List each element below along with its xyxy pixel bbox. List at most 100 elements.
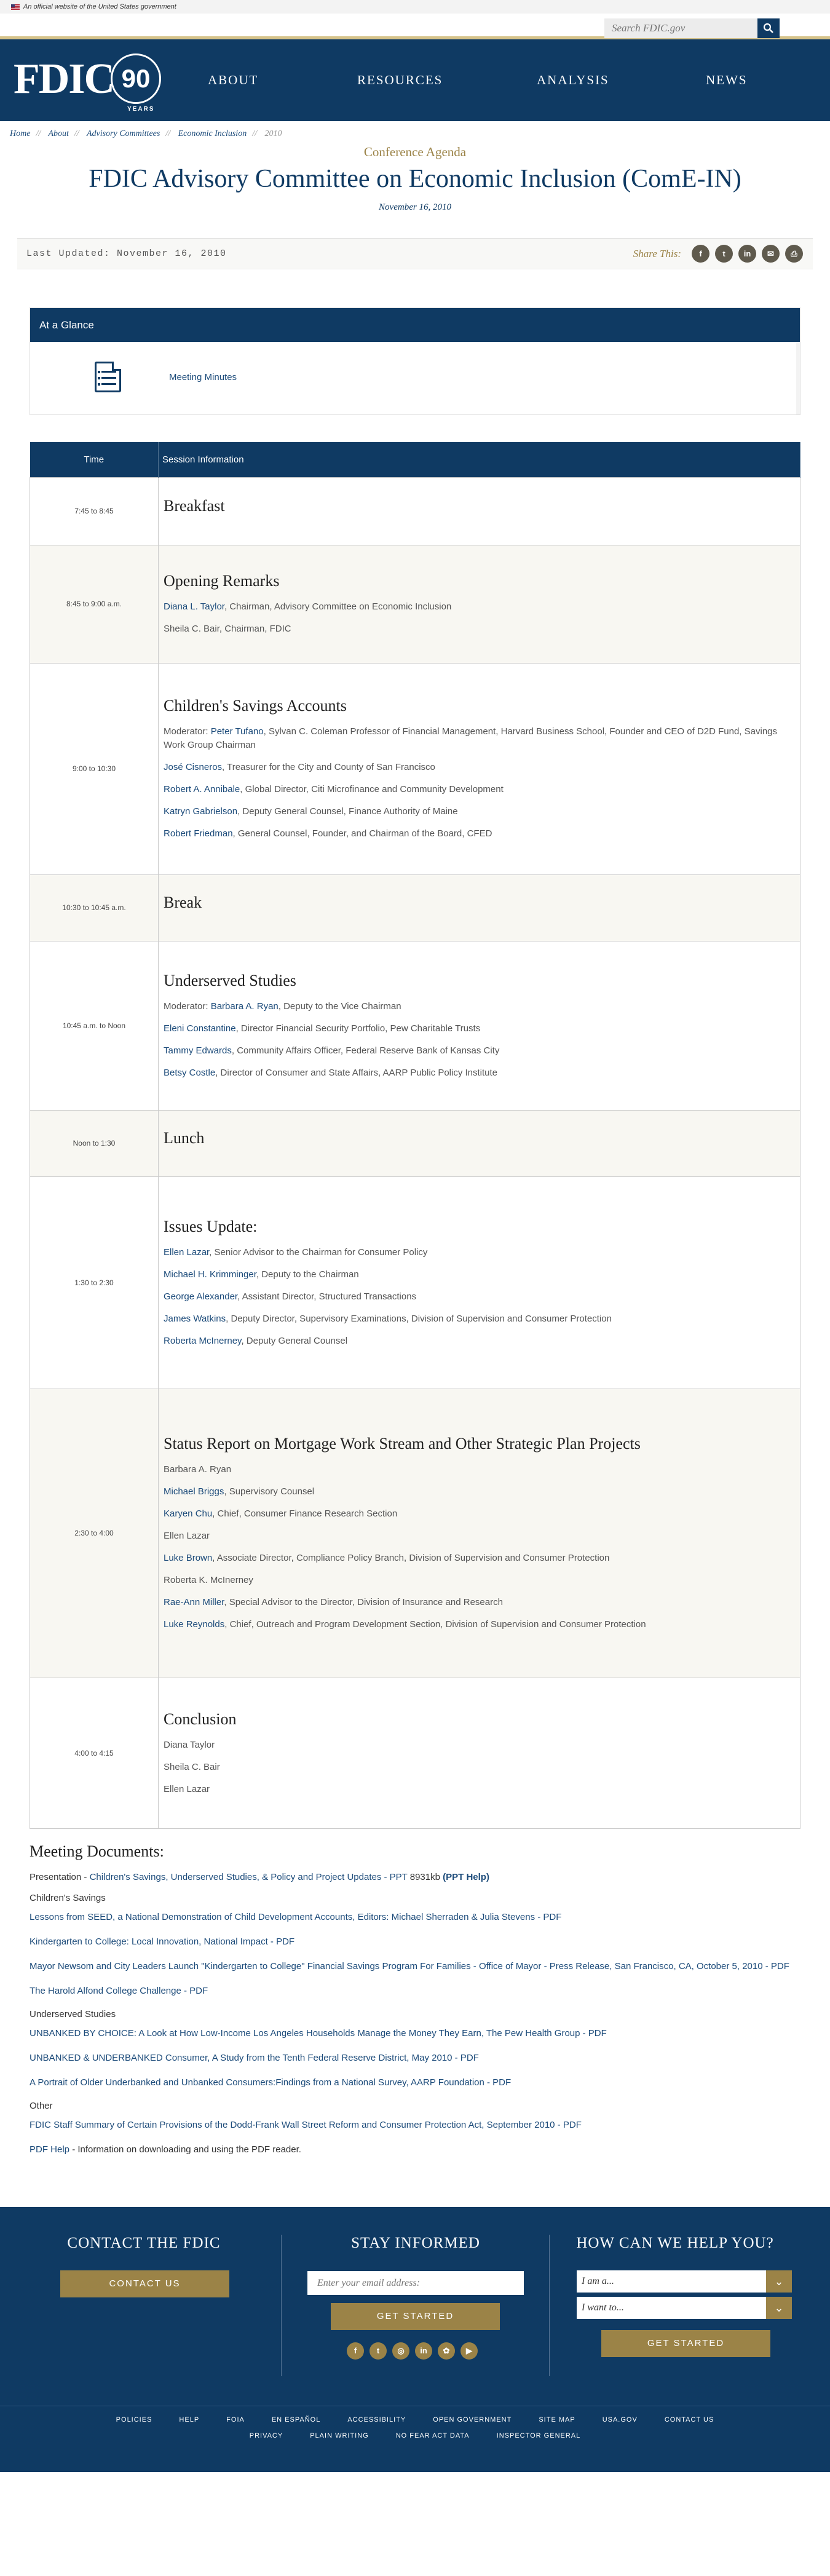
footer-link[interactable]: POLICIES (116, 2416, 152, 2423)
instagram-icon[interactable]: ◎ (392, 2342, 409, 2360)
speaker-link[interactable]: Ellen Lazar (164, 1247, 209, 1258)
last-updated: Last Updated: November 16, 2010 (26, 248, 227, 259)
footer-link[interactable]: OPEN GOVERNMENT (433, 2416, 512, 2423)
footer-link[interactable]: ACCESSIBILITY (347, 2416, 406, 2423)
speaker-title: Sheila C. Bair, Chairman, FDIC (164, 624, 291, 634)
print-icon[interactable]: ⎙ (785, 245, 803, 263)
session-info: Status Report on Mortgage Work Stream an… (158, 1388, 800, 1678)
nav-analysis[interactable]: ANALYSIS (537, 73, 706, 88)
facebook-icon[interactable]: f (692, 245, 709, 263)
glance-heading: At a Glance (30, 308, 800, 342)
speaker-link[interactable]: Michael H. Krimminger (164, 1269, 256, 1280)
speaker-title: Ellen Lazar (164, 1531, 210, 1541)
speaker-link[interactable]: Betsy Costle (164, 1068, 215, 1078)
agenda-row: 9:00 to 10:30 Children's Savings Accounts… (30, 662, 800, 875)
agenda-row: 2:30 to 4:00 Status Report on Mortgage Wo… (30, 1388, 800, 1678)
fdic-logo[interactable]: FDIC (14, 58, 115, 101)
speaker-link[interactable]: José Cisneros (164, 762, 222, 772)
footer-link[interactable]: CONTACT US (665, 2416, 714, 2423)
meeting-minutes-link[interactable]: Meeting Minutes (169, 372, 237, 382)
breadcrumb-economic-inclusion[interactable]: Economic Inclusion (178, 129, 247, 138)
linkedin-icon[interactable]: in (738, 245, 756, 263)
i-want-select[interactable]: I want to... ⌄ (577, 2296, 792, 2319)
footer-links-row: POLICIES HELP FOIA EN ESPAÑOL ACCESSIBILITY O… (0, 2414, 830, 2430)
ppt-help-link[interactable]: (PPT Help) (443, 1872, 489, 1882)
session-time: 2:30 to 4:00 (30, 1388, 159, 1678)
document-link[interactable]: UNBANKED & UNDERBANKED Consumer, A Study… (30, 2053, 479, 2063)
speaker-link[interactable]: Diana L. Taylor (164, 601, 224, 612)
speaker-link[interactable]: Karyen Chu (164, 1508, 212, 1519)
speaker-link[interactable]: Katryn Gabrielson (164, 806, 237, 817)
i-am-select[interactable]: I am a... ⌄ (577, 2270, 792, 2293)
speaker-line: Michael Briggs, Supervisory Counsel (164, 1485, 795, 1499)
stay-informed-get-started-button[interactable]: GET STARTED (331, 2302, 500, 2330)
help-get-started-button[interactable]: GET STARTED (601, 2329, 770, 2357)
speaker-link[interactable]: Roberta McInerney (164, 1336, 241, 1346)
nav-resources[interactable]: RESOURCES (357, 73, 537, 88)
footer-link[interactable]: USA.GOV (603, 2416, 638, 2423)
search-button[interactable] (757, 18, 780, 38)
speaker-link[interactable]: Luke Reynolds (164, 1619, 224, 1630)
email-icon[interactable]: ✉ (762, 245, 780, 263)
breadcrumb-advisory-committees[interactable]: Advisory Committees (87, 129, 160, 138)
document-link[interactable]: Kindergarten to College: Local Innovatio… (30, 1936, 294, 1947)
document-link[interactable]: Lessons from SEED, a National Demonstrat… (30, 1912, 561, 1922)
email-field[interactable]: Enter your email address: (307, 2270, 524, 2295)
twitter-icon[interactable]: t (370, 2342, 387, 2360)
speaker-line: Diana L. Taylor, Chairman, Advisory Comm… (164, 600, 795, 614)
footer-link[interactable]: PRIVACY (250, 2432, 283, 2439)
time-column-header: Time (30, 442, 159, 477)
footer-link[interactable]: EN ESPAÑOL (272, 2416, 321, 2423)
speaker-link[interactable]: Michael Briggs (164, 1486, 224, 1497)
speaker-link[interactable]: Barbara A. Ryan (211, 1001, 279, 1012)
agenda-row: 10:30 to 10:45 a.m. Break (30, 874, 800, 941)
title-block: Conference Agenda FDIC Advisory Committe… (0, 145, 830, 238)
speaker-line: Sheila C. Bair, Chairman, FDIC (164, 622, 795, 636)
nav-about[interactable]: ABOUT (208, 73, 357, 88)
footer-link[interactable]: NO FEAR ACT DATA (396, 2432, 470, 2439)
footer-link[interactable]: SITE MAP (539, 2416, 575, 2423)
speaker-link[interactable]: Robert Friedman (164, 828, 233, 839)
footer-link[interactable]: PLAIN WRITING (310, 2432, 369, 2439)
speaker-line: Ellen Lazar (164, 1783, 795, 1796)
help-heading: HOW CAN WE HELP YOU? (576, 2234, 774, 2251)
contact-us-button[interactable]: CONTACT US (60, 2270, 229, 2297)
footer-link[interactable]: HELP (179, 2416, 199, 2423)
footer-link[interactable]: FOIA (226, 2416, 245, 2423)
speaker-link[interactable]: James Watkins (164, 1314, 226, 1324)
session-time: 8:45 to 9:00 a.m. (30, 544, 159, 664)
session-title: Opening Remarks (164, 572, 280, 590)
facebook-icon[interactable]: f (347, 2342, 364, 2360)
document-link[interactable]: The Harold Alfond College Challenge - PD… (30, 1986, 208, 1996)
speaker-link[interactable]: George Alexander (164, 1291, 237, 1302)
pdf-help-line: PDF Help - Information on downloading an… (30, 2143, 800, 2157)
youtube-icon[interactable]: ▶ (460, 2342, 478, 2360)
document-link[interactable]: UNBANKED BY CHOICE: A Look at How Low-In… (30, 2028, 607, 2039)
nav-news[interactable]: NEWS (706, 73, 748, 88)
twitter-icon[interactable]: t (715, 245, 733, 263)
updated-bar: Last Updated: November 16, 2010 Share Th… (17, 238, 813, 269)
session-title: Underserved Studies (164, 971, 296, 989)
pdf-help-link[interactable]: PDF Help (30, 2144, 69, 2155)
session-title: Breakfast (164, 497, 225, 515)
speaker-link[interactable]: Robert A. Annibale (164, 784, 240, 795)
document-item: Kindergarten to College: Local Innovatio… (30, 1935, 800, 1949)
search-input[interactable] (604, 18, 757, 38)
breadcrumb-home[interactable]: Home (10, 129, 30, 138)
footer-link[interactable]: INSPECTOR GENERAL (497, 2432, 581, 2439)
speaker-link[interactable]: Peter Tufano (211, 726, 264, 737)
presentation-link[interactable]: Children's Savings, Underserved Studies,… (90, 1872, 408, 1882)
presentation-line: Presentation - Children's Savings, Under… (30, 1871, 800, 1884)
chevron-down-icon: ⌄ (766, 2296, 792, 2319)
document-link[interactable]: FDIC Staff Summary of Certain Provisions… (30, 2120, 582, 2130)
speaker-link[interactable]: Tammy Edwards (164, 1045, 232, 1056)
flickr-icon[interactable]: ✿ (438, 2342, 455, 2360)
breadcrumb-about[interactable]: About (48, 129, 68, 138)
speaker-link[interactable]: Luke Brown (164, 1553, 212, 1563)
speaker-link[interactable]: Rae-Ann Miller (164, 1597, 224, 1607)
footer-social: f t ◎ in ✿ ▶ (347, 2342, 483, 2360)
document-link[interactable]: A Portrait of Older Underbanked and Unba… (30, 2077, 511, 2088)
speaker-link[interactable]: Eleni Constantine (164, 1023, 236, 1034)
linkedin-icon[interactable]: in (415, 2342, 432, 2360)
document-link[interactable]: Mayor Newsom and City Leaders Launch "Ki… (30, 1961, 789, 1972)
